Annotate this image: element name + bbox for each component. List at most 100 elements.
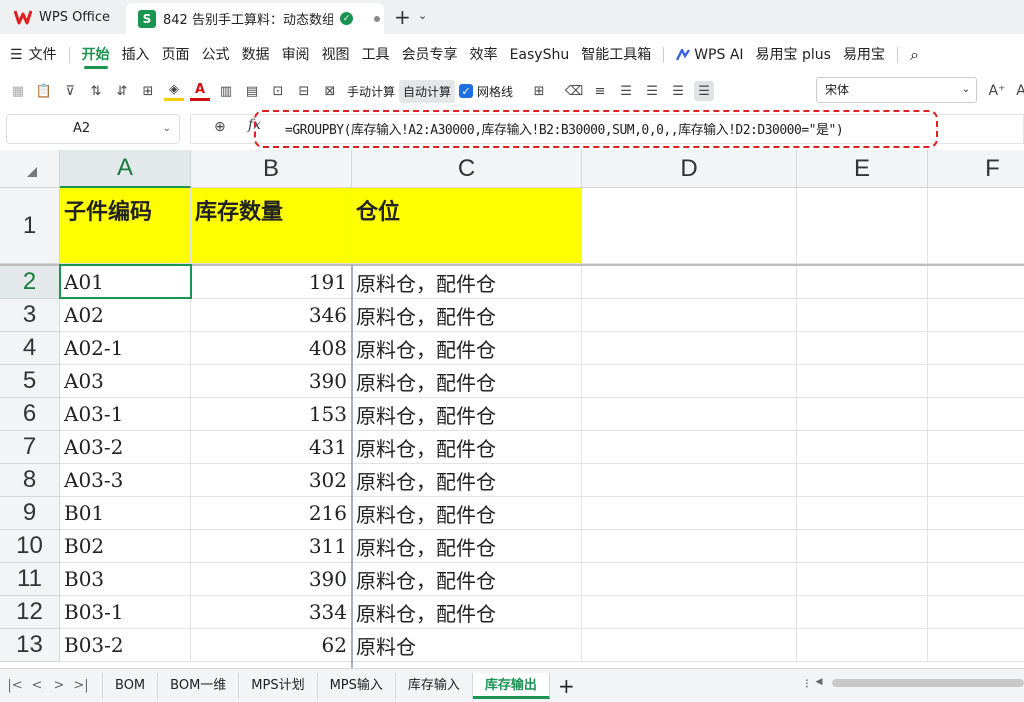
menu-data[interactable]: 数据 (236, 40, 276, 70)
cell-stock-qty[interactable]: 390 (191, 563, 352, 596)
table-cell[interactable] (582, 464, 797, 497)
table-cell[interactable] (582, 596, 797, 629)
table-cell[interactable] (797, 332, 928, 365)
cell-stock-qty[interactable]: 431 (191, 431, 352, 464)
table-cell[interactable] (928, 563, 1024, 596)
menu-file[interactable]: 文件 (29, 40, 63, 70)
table-cell[interactable] (797, 398, 928, 431)
header-cell-location[interactable]: 仓位 (352, 188, 582, 264)
table-cell[interactable] (928, 596, 1024, 629)
filter-icon[interactable]: ⊽ (60, 81, 80, 101)
table-cell[interactable] (928, 188, 1024, 264)
table-cell[interactable] (582, 497, 797, 530)
table-cell[interactable] (928, 398, 1024, 431)
table-cell[interactable] (797, 497, 928, 530)
cell-location[interactable]: 原料仓，配件仓 (352, 299, 582, 332)
document-tab[interactable]: S 842 告别手工算料：动态数组 ✓ (126, 3, 384, 34)
table-cell[interactable] (928, 530, 1024, 563)
table-cell[interactable] (582, 266, 797, 299)
menu-view[interactable]: 视图 (316, 40, 356, 70)
wrap-icon[interactable]: ⊡ (268, 81, 288, 101)
cell-location[interactable]: 原料仓，配件仓 (352, 563, 582, 596)
table-cell[interactable] (582, 299, 797, 332)
cell-location[interactable]: 原料仓，配件仓 (352, 266, 582, 299)
prev-sheet-icon[interactable]: < (26, 678, 48, 693)
cell-location[interactable]: 原料仓，配件仓 (352, 596, 582, 629)
cell-location[interactable]: 原料仓，配件仓 (352, 497, 582, 530)
menu-efficiency[interactable]: 效率 (464, 40, 504, 70)
table-cell[interactable] (797, 266, 928, 299)
table-cell[interactable] (582, 563, 797, 596)
border-icon[interactable]: ⊞ (138, 81, 158, 101)
column-header-e[interactable]: E (797, 150, 928, 188)
row-header[interactable]: 8 (0, 464, 60, 497)
auto-calc-button[interactable]: 自动计算 (399, 79, 456, 103)
cell-item-code[interactable]: B03-2 (60, 629, 191, 662)
row-header[interactable]: 11 (0, 563, 60, 596)
fill-color-icon[interactable]: ◈ (164, 81, 184, 101)
menu-tools[interactable]: 工具 (356, 40, 396, 70)
row-header[interactable]: 10 (0, 530, 60, 563)
cell-stock-qty[interactable]: 390 (191, 365, 352, 398)
cell-stock-qty[interactable]: 62 (191, 629, 352, 662)
cell-stock-qty[interactable]: 216 (191, 497, 352, 530)
sort-desc-icon[interactable]: ⇵ (112, 81, 132, 101)
column-header-f[interactable]: F (928, 150, 1024, 188)
table-cell[interactable] (582, 332, 797, 365)
table-cell[interactable] (582, 629, 797, 662)
table-cell[interactable] (928, 431, 1024, 464)
cell-location[interactable]: 原料仓，配件仓 (352, 365, 582, 398)
row-header[interactable]: 13 (0, 629, 60, 662)
menu-page[interactable]: 页面 (156, 40, 196, 70)
row-header[interactable]: 2 (0, 266, 60, 299)
menu-formula[interactable]: 公式 (196, 40, 236, 70)
sort-asc-icon[interactable]: ⇅ (86, 81, 106, 101)
row-header[interactable]: 1 (0, 188, 60, 264)
cell-stock-qty[interactable]: 334 (191, 596, 352, 629)
cell-stock-qty[interactable]: 346 (191, 299, 352, 332)
new-tab-icon[interactable]: + (394, 5, 411, 29)
table-cell[interactable] (582, 365, 797, 398)
font-grow-icon[interactable]: A⁺ (987, 81, 1007, 101)
search-icon[interactable]: ⌕ (904, 40, 925, 70)
menu-easyuse-plus[interactable]: 易用宝 plus (750, 40, 837, 70)
sheet-tab[interactable]: 库存输入 (396, 672, 473, 699)
select-all-corner[interactable] (0, 150, 60, 188)
menu-home[interactable]: 开始 (76, 40, 116, 70)
row-header[interactable]: 3 (0, 299, 60, 332)
font-name-select[interactable]: 宋体 ⌄ (816, 77, 977, 103)
row-header[interactable]: 7 (0, 431, 60, 464)
cell-stock-qty[interactable]: 408 (191, 332, 352, 365)
align-top-icon[interactable]: ≡ (590, 81, 610, 101)
merge-icon[interactable]: ⊟ (294, 81, 314, 101)
paste-icon[interactable]: 📋 (34, 81, 54, 101)
table-cell[interactable] (928, 497, 1024, 530)
table-cell[interactable] (928, 299, 1024, 332)
gridlines-toggle[interactable]: ✓ 网格线 (455, 80, 517, 103)
cell-item-code[interactable]: B03 (60, 563, 191, 596)
manual-calc-icon[interactable]: ⊠ (320, 81, 340, 101)
cell-location[interactable]: 原料仓，配件仓 (352, 464, 582, 497)
cell-item-code[interactable]: A03 (60, 365, 191, 398)
cell-location[interactable]: 原料仓，配件仓 (352, 530, 582, 563)
row-header[interactable]: 9 (0, 497, 60, 530)
table-cell[interactable] (582, 188, 797, 264)
menu-icon[interactable]: ☰ (0, 40, 29, 70)
cell-item-code[interactable]: B01 (60, 497, 191, 530)
zoom-formula-icon[interactable]: ⊕ (214, 119, 226, 135)
table-cell[interactable] (582, 398, 797, 431)
cell-stock-qty[interactable]: 311 (191, 530, 352, 563)
align-right-icon[interactable]: ☰ (668, 81, 688, 101)
sheet-tab[interactable]: 库存输出 (472, 672, 550, 699)
cell-item-code[interactable]: A02 (60, 299, 191, 332)
table-cell[interactable] (797, 563, 928, 596)
cell-item-code[interactable]: A03-3 (60, 464, 191, 497)
font-color-icon[interactable]: A (190, 81, 210, 101)
menu-easyshu[interactable]: EasyShu (504, 40, 576, 70)
table-cell[interactable] (928, 629, 1024, 662)
cell-location[interactable]: 原料仓 (352, 629, 582, 662)
menu-easyuse[interactable]: 易用宝 (837, 40, 891, 70)
row-header[interactable]: 5 (0, 365, 60, 398)
name-box[interactable]: A2 ⌄ (6, 114, 180, 144)
sheet-tab[interactable]: BOM一维 (158, 672, 240, 699)
